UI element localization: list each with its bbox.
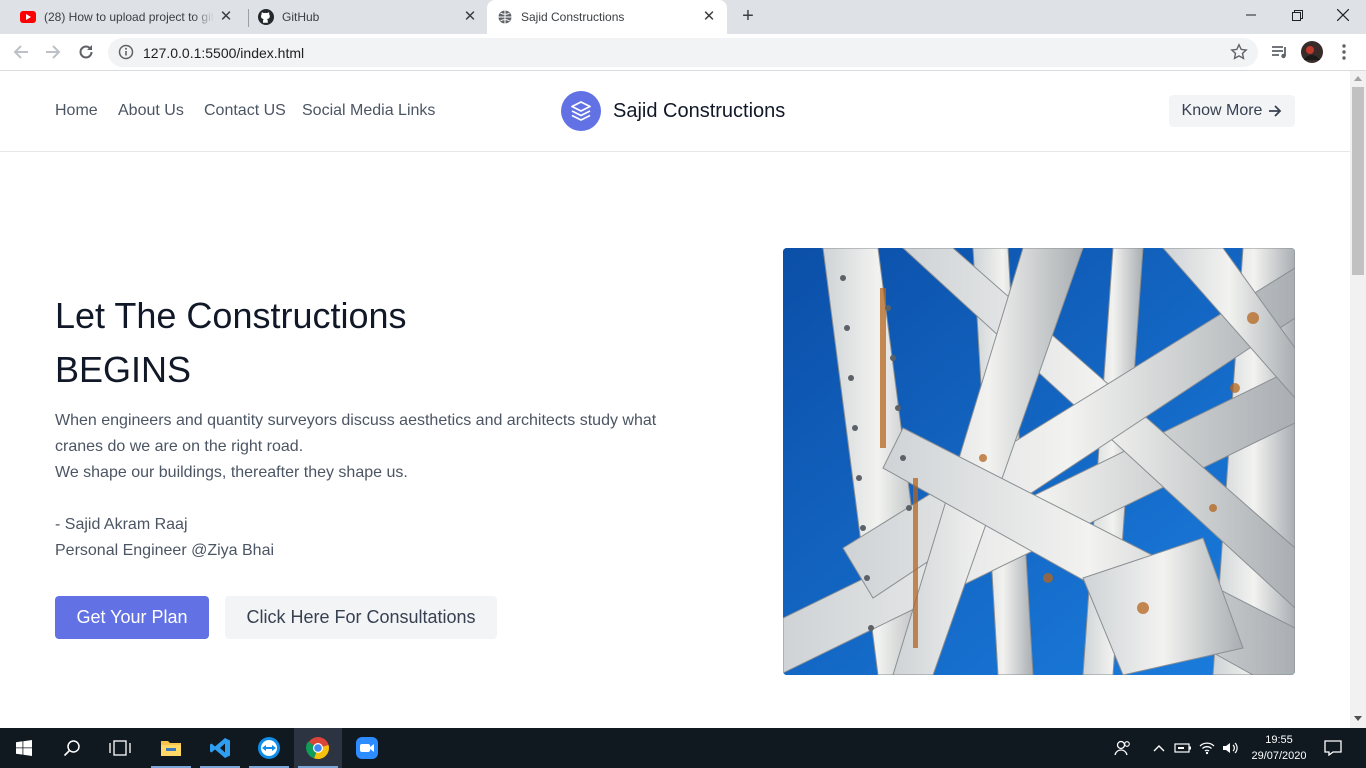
avatar-icon (1301, 41, 1323, 63)
hero-author: - Sajid Akram Raaj (55, 516, 188, 533)
tab-title: Sajid Constructions (521, 10, 625, 24)
address-bar[interactable]: 127.0.0.1:5500/index.html (108, 38, 1258, 67)
reload-icon (79, 45, 93, 59)
tab-divider (248, 9, 249, 27)
notification-icon (1324, 740, 1342, 756)
zoom-taskbar[interactable] (343, 728, 391, 768)
nav-link-about[interactable]: About Us (118, 102, 184, 120)
wifi-icon (1199, 742, 1215, 755)
arrow-right-icon (1269, 105, 1282, 117)
browser-tab-strip: (28) How to upload project to git ✕ GitH… (0, 0, 1366, 34)
hero-image-steel-structure (783, 248, 1295, 675)
brand-name[interactable]: Sajid Constructions (613, 100, 785, 123)
know-more-button[interactable]: Know More (1169, 95, 1295, 127)
menu-button[interactable] (1332, 40, 1356, 64)
close-tab-icon[interactable]: ✕ (218, 9, 234, 25)
info-icon[interactable] (118, 44, 134, 60)
battery-tray[interactable] (1171, 728, 1195, 768)
page-scrollbar[interactable] (1350, 71, 1366, 728)
vscode-icon (210, 738, 230, 758)
start-button[interactable] (0, 728, 48, 768)
forward-button[interactable] (41, 40, 65, 64)
hero-text-line: cranes do we are on the right road. (55, 438, 304, 455)
windows-logo-icon (16, 740, 32, 756)
tab-sajid-constructions[interactable]: Sajid Constructions ✕ (487, 0, 727, 34)
scroll-down-arrow-icon[interactable] (1354, 716, 1362, 721)
scroll-up-arrow-icon[interactable] (1354, 76, 1362, 81)
media-control-button[interactable] (1268, 40, 1292, 64)
speaker-icon (1223, 742, 1238, 754)
task-view-button[interactable] (96, 728, 144, 768)
wifi-tray[interactable] (1195, 728, 1219, 768)
hero-title-line: BEGINS (55, 349, 192, 390)
tab-title: GitHub (282, 10, 320, 24)
site-header: Home About Us Contact US Social Media Li… (0, 71, 1350, 152)
arrow-right-icon (46, 45, 61, 59)
youtube-icon (20, 9, 36, 25)
tab-github[interactable]: GitHub ✕ (250, 0, 486, 34)
restore-icon (1291, 9, 1303, 21)
playlist-icon (1272, 46, 1286, 59)
battery-icon (1174, 743, 1191, 753)
tab-youtube[interactable]: (28) How to upload project to git ✕ (12, 0, 246, 34)
minimize-button[interactable] (1228, 0, 1274, 30)
github-icon (258, 9, 274, 25)
hero-author-title: Personal Engineer @Ziya Bhai (55, 542, 275, 559)
tray-expand-button[interactable] (1147, 728, 1171, 768)
reload-button[interactable] (74, 40, 98, 64)
clock-time: 19:55 (1265, 734, 1293, 746)
restore-button[interactable] (1274, 0, 1320, 30)
page-viewport: Home About Us Contact US Social Media Li… (0, 71, 1350, 728)
nav-link-home[interactable]: Home (55, 102, 98, 120)
people-button[interactable] (1100, 728, 1146, 768)
chevron-up-icon (1153, 745, 1165, 752)
clock-date: 29/07/2020 (1251, 750, 1307, 762)
scrollbar-thumb[interactable] (1352, 87, 1364, 275)
close-tab-icon[interactable]: ✕ (462, 9, 478, 25)
chrome-icon (306, 737, 329, 760)
kebab-menu-icon (1342, 44, 1346, 60)
close-icon (1337, 9, 1349, 21)
search-icon (63, 740, 80, 757)
task-view-icon (109, 740, 131, 756)
close-tab-icon[interactable]: ✕ (701, 9, 717, 25)
browser-toolbar: 127.0.0.1:5500/index.html (0, 34, 1366, 71)
teamviewer-icon (258, 737, 280, 759)
get-your-plan-button[interactable]: Get Your Plan (55, 596, 209, 639)
people-icon (1114, 740, 1130, 756)
brand-logo[interactable] (561, 91, 601, 131)
hero-title-line: Let The Constructions (55, 295, 407, 336)
bookmark-star-icon[interactable] (1230, 43, 1248, 61)
nav-link-contact[interactable]: Contact US (204, 102, 286, 120)
consultations-button[interactable]: Click Here For Consultations (225, 596, 497, 639)
taskbar-clock[interactable]: 19:55 29/07/2020 (1247, 732, 1311, 764)
arrow-left-icon (13, 45, 28, 59)
file-explorer-taskbar[interactable] (147, 728, 195, 768)
tab-title: (28) How to upload project to git (44, 10, 214, 24)
hero-text-line: We shape our buildings, thereafter they … (55, 464, 408, 481)
zoom-icon (356, 737, 378, 759)
hero-paragraph: When engineers and quantity surveyors di… (55, 408, 685, 564)
windows-taskbar: 19:55 29/07/2020 (0, 728, 1366, 768)
profile-avatar[interactable] (1300, 40, 1324, 64)
teamviewer-taskbar[interactable] (245, 728, 293, 768)
url-text: 127.0.0.1:5500/index.html (143, 45, 305, 61)
hero-title: Let The Constructions BEGINS (55, 289, 407, 397)
vscode-taskbar[interactable] (196, 728, 244, 768)
hero-text-line: When engineers and quantity surveyors di… (55, 412, 657, 429)
minimize-icon (1246, 14, 1256, 16)
close-window-button[interactable] (1320, 0, 1366, 30)
new-tab-button[interactable]: + (736, 5, 760, 29)
chrome-taskbar[interactable] (294, 728, 342, 768)
folder-icon (161, 741, 181, 756)
search-button[interactable] (48, 728, 96, 768)
action-center-button[interactable] (1312, 728, 1354, 768)
nav-link-social[interactable]: Social Media Links (302, 102, 435, 120)
globe-icon (497, 9, 513, 25)
know-more-label: Know More (1181, 102, 1263, 119)
layers-icon (571, 101, 591, 121)
back-button[interactable] (9, 40, 33, 64)
volume-tray[interactable] (1219, 728, 1243, 768)
